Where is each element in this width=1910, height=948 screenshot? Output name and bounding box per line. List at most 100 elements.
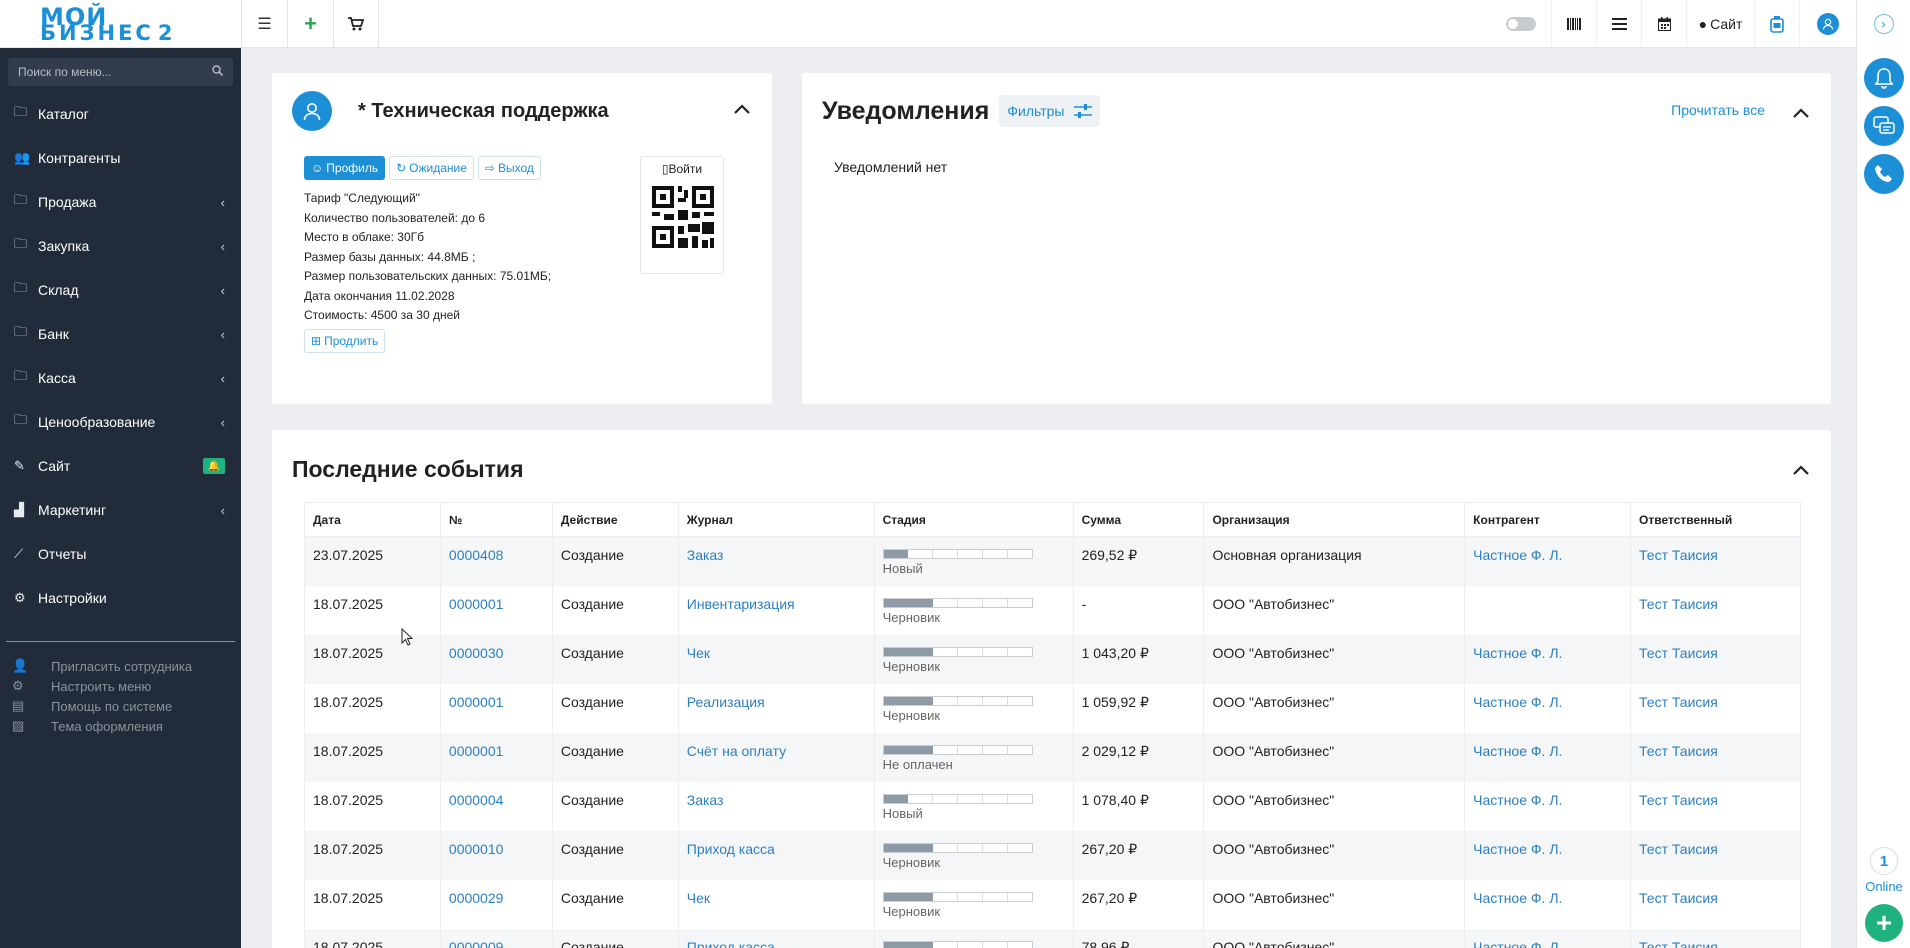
document-number-link[interactable]: 0000001: [449, 743, 504, 759]
collapse-notifications-button[interactable]: [1793, 105, 1809, 123]
chevron-left-icon: ‹: [220, 370, 225, 386]
sidebar-item-1[interactable]: 👥 Контрагенты: [0, 136, 241, 180]
barcode-button[interactable]: [1551, 0, 1596, 47]
sidebar-item-9[interactable]: ▟ Маркетинг ‹: [0, 488, 241, 532]
sidebar-item-8[interactable]: ✎ Сайт 🔔: [0, 444, 241, 488]
table-row[interactable]: 18.07.2025 0000009 Создание Приход касса Чер…: [304, 928, 1801, 948]
table-row[interactable]: 18.07.2025 0000001 Создание Инвентаризация Ч…: [304, 585, 1801, 635]
theme-toggle[interactable]: [1491, 0, 1551, 47]
responsible-link[interactable]: Тест Таисия: [1639, 596, 1718, 612]
column-header[interactable]: Ответственный: [1630, 502, 1801, 537]
document-number-link[interactable]: 0000009: [449, 939, 504, 948]
column-header[interactable]: Журнал: [677, 502, 875, 537]
sidebar-item-6[interactable]: 🗀 Касса ‹: [0, 356, 241, 400]
journal-link[interactable]: Счёт на оплату: [687, 743, 786, 759]
collapse-support-button[interactable]: [734, 101, 750, 119]
read-all-link[interactable]: Прочитать все: [1671, 102, 1765, 118]
menu-search-input[interactable]: [18, 65, 212, 79]
document-number-link[interactable]: 0000029: [449, 890, 504, 906]
logo[interactable]: МОЙ БИЗНЕС 2: [0, 0, 241, 48]
sidebar-item-10[interactable]: ⟋ Отчеты: [0, 532, 241, 576]
responsible-link[interactable]: Тест Таисия: [1639, 939, 1718, 948]
search-icon[interactable]: [212, 65, 224, 79]
document-number-link[interactable]: 0000001: [449, 694, 504, 710]
column-header[interactable]: Дата: [304, 502, 441, 537]
collapse-events-button[interactable]: [1793, 462, 1809, 480]
qr-login[interactable]: ▯Войти: [640, 156, 724, 274]
responsible-link[interactable]: Тест Таисия: [1639, 743, 1718, 759]
contractor-link[interactable]: Частное Ф. Л.: [1473, 694, 1562, 710]
cart-button[interactable]: [333, 0, 379, 47]
contractor-link[interactable]: Частное Ф. Л.: [1473, 645, 1562, 661]
journal-link[interactable]: Заказ: [687, 792, 724, 808]
user-menu-button[interactable]: [1799, 0, 1856, 47]
document-number-link[interactable]: 0000004: [449, 792, 504, 808]
responsible-link[interactable]: Тест Таисия: [1639, 792, 1718, 808]
document-number-link[interactable]: 0000408: [449, 547, 504, 563]
create-button[interactable]: +: [287, 0, 333, 47]
site-button[interactable]: ● Сайт: [1686, 0, 1754, 47]
sidebar-item-0[interactable]: 🗀 Каталог: [0, 92, 241, 136]
responsible-link[interactable]: Тест Таисия: [1639, 890, 1718, 906]
contractor-link[interactable]: Частное Ф. Л.: [1473, 792, 1562, 808]
menu-toggle-button[interactable]: ☰: [241, 0, 287, 47]
responsible-link[interactable]: Тест Таисия: [1639, 694, 1718, 710]
sidebar-item-3[interactable]: 🗀 Закупка ‹: [0, 224, 241, 268]
sidebar-sub-item-0[interactable]: 👤 Пригласить сотрудника: [0, 656, 241, 676]
table-row[interactable]: 23.07.2025 0000408 Создание Заказ Новый 269,5…: [304, 536, 1801, 586]
document-number-link[interactable]: 0000001: [449, 596, 504, 612]
wait-button[interactable]: ↻ Ожидание: [389, 156, 474, 180]
contractor-link[interactable]: Частное Ф. Л.: [1473, 890, 1562, 906]
extend-button[interactable]: ⊞ Продлить: [304, 329, 386, 353]
contractor-link[interactable]: Частное Ф. Л.: [1473, 841, 1562, 857]
sidebar-item-11[interactable]: ⚙ Настройки: [0, 576, 241, 620]
online-counter[interactable]: 1 Online: [1857, 847, 1910, 894]
quick-add-button[interactable]: +: [1865, 904, 1903, 942]
document-number-link[interactable]: 0000030: [449, 645, 504, 661]
notifications-bell-button[interactable]: [1863, 58, 1904, 98]
sidebar-item-7[interactable]: 🗀 Ценообразование ‹: [0, 400, 241, 444]
journal-link[interactable]: Приход касса: [687, 939, 775, 948]
table-row[interactable]: 18.07.2025 0000030 Создание Чек Черновик 1 04…: [304, 634, 1801, 684]
column-header[interactable]: Сумма: [1072, 502, 1205, 537]
table-row[interactable]: 18.07.2025 0000001 Создание Счёт на оплату Н…: [304, 732, 1801, 782]
journal-link[interactable]: Чек: [687, 645, 710, 661]
list-button[interactable]: [1596, 0, 1641, 47]
app-button[interactable]: [1754, 0, 1799, 47]
journal-link[interactable]: Чек: [687, 890, 710, 906]
column-header[interactable]: №: [439, 502, 553, 537]
profile-button[interactable]: ☺ Профиль: [304, 156, 386, 180]
table-row[interactable]: 18.07.2025 0000004 Создание Заказ Новый 1 078…: [304, 781, 1801, 831]
journal-link[interactable]: Заказ: [687, 547, 724, 563]
column-header[interactable]: Организация: [1203, 502, 1466, 537]
toggle-switch[interactable]: [1506, 16, 1536, 31]
column-header[interactable]: Контрагент: [1464, 502, 1632, 537]
sidebar-sub-item-3[interactable]: ▨ Тема оформления: [0, 716, 241, 736]
sidebar-sub-item-2[interactable]: ▤ Помощь по системе: [0, 696, 241, 716]
journal-link[interactable]: Реализация: [687, 694, 765, 710]
journal-link[interactable]: Инвентаризация: [687, 596, 795, 612]
sidebar-sub-item-1[interactable]: ⚙ Настроить меню: [0, 676, 241, 696]
calendar-button[interactable]: [1641, 0, 1686, 47]
responsible-link[interactable]: Тест Таисия: [1639, 547, 1718, 563]
contractor-link[interactable]: Частное Ф. Л.: [1473, 547, 1562, 563]
table-row[interactable]: 18.07.2025 0000010 Создание Приход касса Чер…: [304, 830, 1801, 880]
journal-link[interactable]: Приход касса: [687, 841, 775, 857]
sidebar-item-2[interactable]: 🗀 Продажа ‹: [0, 180, 241, 224]
table-row[interactable]: 18.07.2025 0000001 Создание Реализация Черно…: [304, 683, 1801, 733]
call-button[interactable]: [1863, 154, 1904, 194]
contractor-link[interactable]: Частное Ф. Л.: [1473, 939, 1562, 948]
filters-button[interactable]: Фильтры: [999, 95, 1101, 127]
table-row[interactable]: 18.07.2025 0000029 Создание Чек Черновик 267,…: [304, 879, 1801, 929]
sidebar-item-4[interactable]: 🗀 Склад ‹: [0, 268, 241, 312]
document-number-link[interactable]: 0000010: [449, 841, 504, 857]
contractor-link[interactable]: Частное Ф. Л.: [1473, 743, 1562, 759]
responsible-link[interactable]: Тест Таисия: [1639, 841, 1718, 857]
column-header[interactable]: Действие: [551, 502, 679, 537]
chat-button[interactable]: [1863, 106, 1904, 146]
responsible-link[interactable]: Тест Таисия: [1639, 645, 1718, 661]
rail-expand-button[interactable]: ›: [1873, 14, 1894, 34]
exit-button[interactable]: ⇨ Выход: [477, 156, 541, 180]
column-header[interactable]: Стадия: [873, 502, 1074, 537]
sidebar-item-5[interactable]: 🗀 Банк ‹: [0, 312, 241, 356]
